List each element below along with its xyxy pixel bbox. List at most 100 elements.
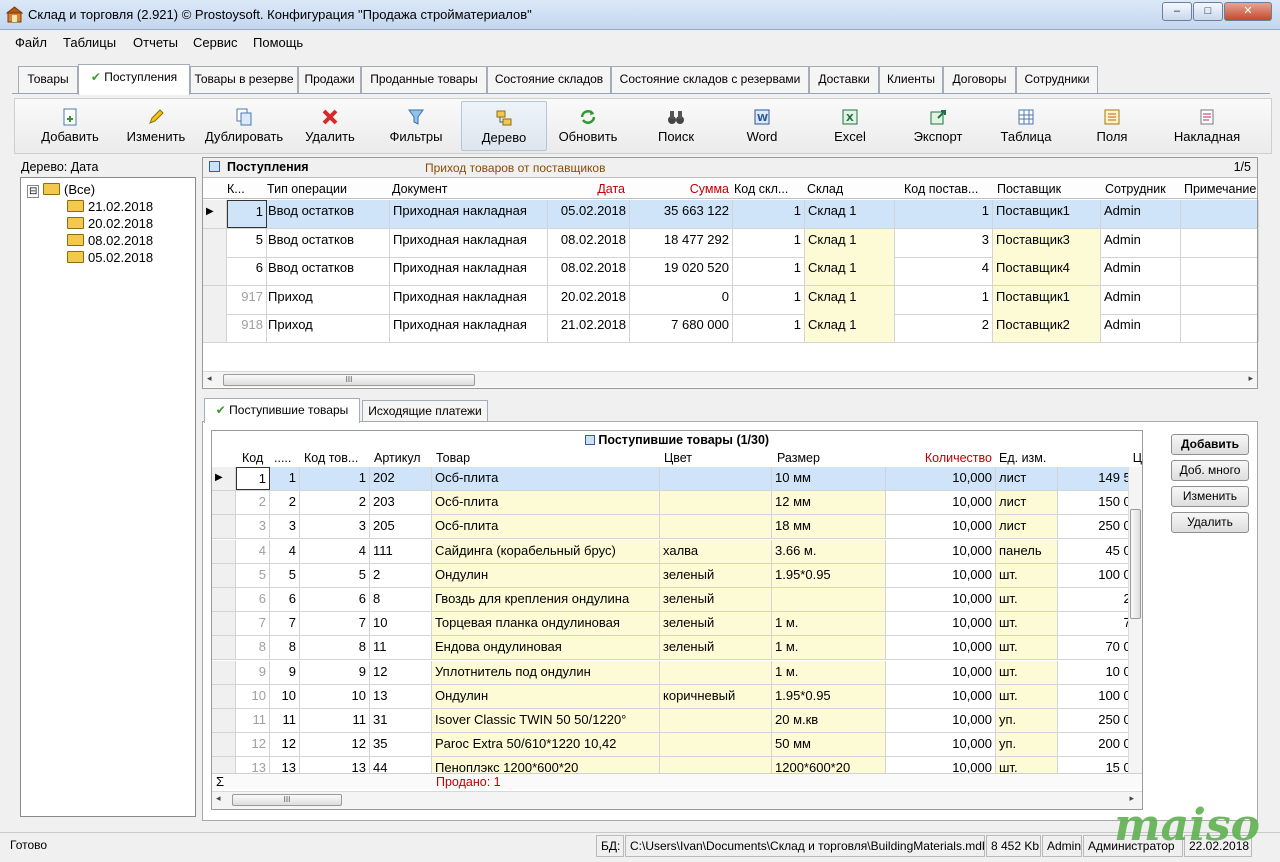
table-cell[interactable] xyxy=(660,515,772,539)
row-indicator[interactable] xyxy=(212,709,236,732)
tab-deliveries[interactable]: Доставки xyxy=(809,66,879,93)
table-cell[interactable]: 19 020 520 xyxy=(630,257,733,286)
table-cell[interactable]: шт. xyxy=(996,563,1058,587)
table-cell[interactable]: Осб-плита xyxy=(432,467,660,490)
table-cell[interactable]: Isover Classic TWIN 50 50/1220° xyxy=(432,709,660,732)
table-cell[interactable]: 9 xyxy=(270,660,300,684)
table-cell[interactable]: 6 xyxy=(236,588,270,611)
col-header[interactable]: Тип операции xyxy=(267,182,387,196)
table-cell[interactable]: 1 xyxy=(895,200,993,228)
col-header[interactable]: ..... xyxy=(274,451,302,465)
row-indicator[interactable] xyxy=(203,228,227,257)
table-cell[interactable]: шт. xyxy=(996,636,1058,660)
row-indicator[interactable] xyxy=(203,314,227,343)
table-cell[interactable]: 12 xyxy=(236,733,270,757)
table-cell[interactable] xyxy=(1181,257,1259,286)
table-cell[interactable]: зеленый xyxy=(660,612,772,636)
table-cell[interactable]: 8 xyxy=(370,588,432,611)
table-row[interactable]: ▶ 1 Ввод остатков Приходная накладная 05.02.… xyxy=(203,200,1259,229)
tab-employees[interactable]: Сотрудники xyxy=(1016,66,1098,93)
table-cell[interactable]: 1.95*0.95 xyxy=(772,684,886,708)
table-cell[interactable]: 12 xyxy=(300,733,370,757)
table-cell[interactable]: 1 xyxy=(733,228,805,257)
table-cell[interactable]: Приход xyxy=(265,314,390,343)
table-cell[interactable]: 918 xyxy=(227,314,267,343)
scroll-left-icon[interactable]: ◂ xyxy=(216,793,221,804)
col-header[interactable]: Товар xyxy=(436,451,656,465)
table-cell[interactable]: Ввод остатков xyxy=(265,200,390,228)
table-row[interactable]: 12 12 12 35 Paroc Extra 50/610*1220 10,42 50 … xyxy=(212,733,1142,758)
row-indicator[interactable] xyxy=(212,563,236,587)
table-cell[interactable]: 10,000 xyxy=(886,684,996,708)
tab-sales[interactable]: Продажи xyxy=(298,66,361,93)
table-cell[interactable]: Приходная накладная xyxy=(390,200,548,228)
table-cell[interactable]: Склад 1 xyxy=(805,200,895,228)
scroll-thumb[interactable]: III xyxy=(223,374,475,386)
table-cell[interactable]: 2 xyxy=(370,563,432,587)
table-cell[interactable]: Ондулин xyxy=(432,563,660,587)
tree-item[interactable]: 20.02.2018 xyxy=(67,216,153,231)
table-cell[interactable]: 1 xyxy=(733,200,805,228)
table-cell[interactable]: Сайдинга (корабельный брус) xyxy=(432,539,660,563)
edit-button[interactable]: Изменить xyxy=(115,101,197,151)
table-row[interactable]: 4 4 4 111 Сайдинга (корабельный брус) халва 3.… xyxy=(212,539,1142,564)
table-cell[interactable] xyxy=(772,588,886,611)
table-cell[interactable]: 3 xyxy=(236,515,270,539)
table-row[interactable]: 7 7 7 10 Торцевая планка ондулиновая зеленый 1… xyxy=(212,612,1142,637)
table-cell[interactable]: 11 xyxy=(300,709,370,732)
table-cell[interactable]: уп. xyxy=(996,733,1058,757)
scroll-right-icon[interactable]: ▸ xyxy=(1248,373,1253,384)
col-header[interactable]: Дата xyxy=(549,182,625,196)
table-cell[interactable]: 7 xyxy=(270,612,300,636)
table-cell[interactable]: 9 xyxy=(236,660,270,684)
table-cell[interactable]: Склад 1 xyxy=(805,285,895,314)
refresh-button[interactable]: Обновить xyxy=(547,101,629,151)
table-cell[interactable]: 35 xyxy=(370,733,432,757)
table-row[interactable]: 6 6 6 8 Гвоздь для крепления ондулина зеленый… xyxy=(212,588,1142,612)
h-scrollbar[interactable]: ◂ III ▸ xyxy=(203,371,1257,387)
close-button[interactable]: ✕ xyxy=(1224,2,1272,21)
table-cell[interactable] xyxy=(660,733,772,757)
tree-button[interactable]: Дерево xyxy=(461,101,547,151)
col-header[interactable]: Поставщик xyxy=(997,182,1101,196)
tree-item[interactable]: 05.02.2018 xyxy=(67,250,153,265)
table-cell[interactable]: 9 xyxy=(300,660,370,684)
table-cell[interactable]: 11 xyxy=(236,709,270,732)
table-cell[interactable]: шт. xyxy=(996,588,1058,611)
table-cell[interactable]: 10 xyxy=(236,684,270,708)
minimize-button[interactable]: – xyxy=(1162,2,1192,21)
table-cell[interactable]: зеленый xyxy=(660,588,772,611)
col-header[interactable]: Код xyxy=(242,451,272,465)
table-cell[interactable]: 1 xyxy=(733,257,805,286)
table-cell[interactable]: Приходная накладная xyxy=(390,285,548,314)
search-button[interactable]: Поиск xyxy=(635,101,717,151)
table-cell[interactable]: Admin xyxy=(1101,314,1181,343)
scroll-thumb[interactable]: III xyxy=(232,794,342,806)
table-cell[interactable]: 5 xyxy=(236,563,270,587)
table-cell[interactable]: Поставщик3 xyxy=(993,228,1101,257)
table-cell[interactable]: 10,000 xyxy=(886,491,996,515)
table-cell[interactable]: 18 477 292 xyxy=(630,228,733,257)
table-cell[interactable]: 12 xyxy=(370,660,432,684)
tab-goods[interactable]: Товары xyxy=(18,66,78,93)
tree-item[interactable]: 08.02.2018 xyxy=(67,233,153,248)
table-cell[interactable]: 10,000 xyxy=(886,709,996,732)
menu-reports[interactable]: Отчеты xyxy=(133,35,178,50)
delete-item-button[interactable]: Удалить xyxy=(1171,512,1249,533)
table-cell[interactable]: 10 xyxy=(300,684,370,708)
table-cell[interactable]: 3 xyxy=(270,515,300,539)
table-cell[interactable] xyxy=(1181,285,1259,314)
col-header[interactable]: Примечание xyxy=(1184,182,1258,196)
scroll-left-icon[interactable]: ◂ xyxy=(207,373,212,384)
col-header[interactable]: Сумма xyxy=(631,182,729,196)
col-header[interactable]: Код постав... xyxy=(904,182,994,196)
tab-outgoing-payments[interactable]: Исходящие платежи xyxy=(362,400,488,422)
filters-button[interactable]: Фильтры xyxy=(375,101,457,151)
table-cell[interactable]: 111 xyxy=(370,539,432,563)
table-row[interactable]: 9 9 9 12 Уплотнитель под ондулин 1 м. 10,000 шт… xyxy=(212,660,1142,685)
col-header[interactable]: Ед. изм. xyxy=(999,451,1059,465)
table-cell[interactable]: 10,000 xyxy=(886,660,996,684)
table-row[interactable]: 2 2 2 203 Осб-плита 12 мм 10,000 лист 150 00 xyxy=(212,491,1142,516)
tab-warehouse-state[interactable]: Состояние складов xyxy=(487,66,611,93)
row-indicator[interactable]: ▶ xyxy=(212,467,236,490)
